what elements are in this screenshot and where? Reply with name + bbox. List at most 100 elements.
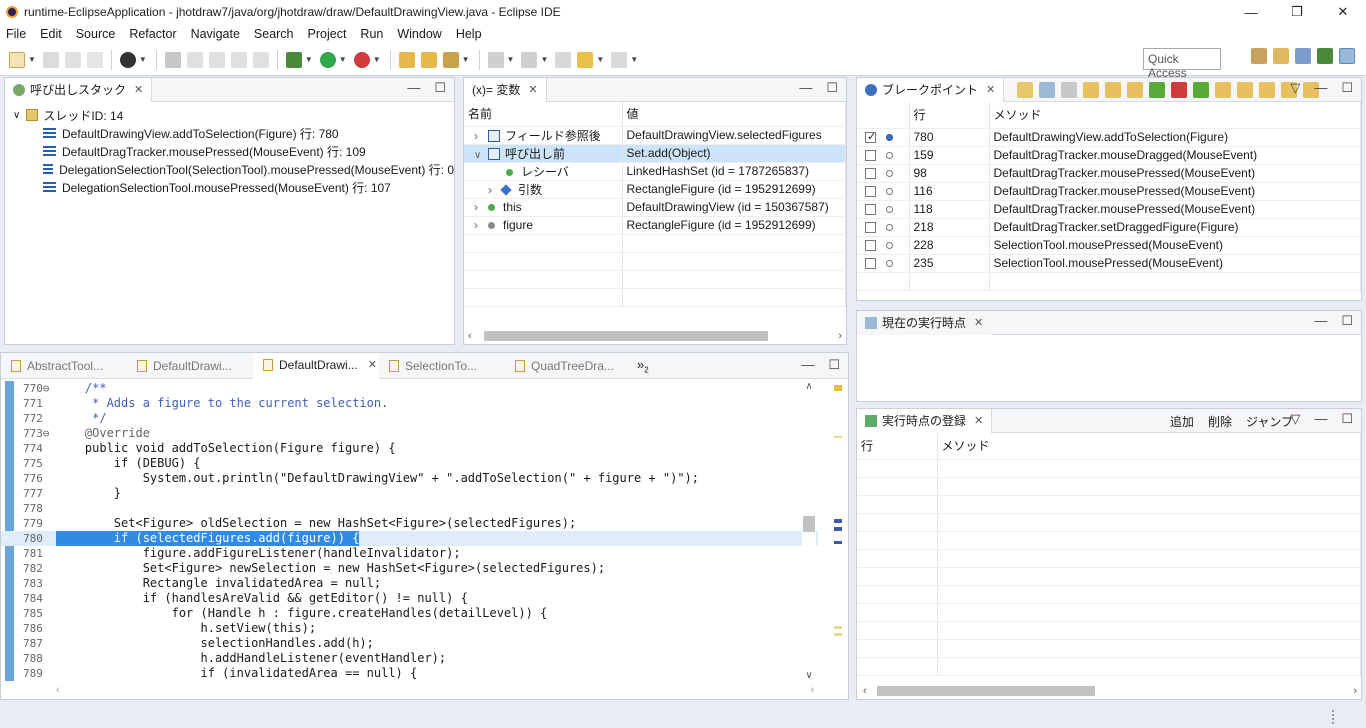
breakpoint-checkbox[interactable] [865, 168, 876, 180]
save-all-icon[interactable] [64, 51, 81, 68]
delete-button[interactable]: 削除 [1208, 413, 1232, 430]
close-icon[interactable]: ✕ [528, 83, 537, 96]
close-button[interactable]: ✕ [1320, 0, 1366, 24]
maximize-icon[interactable]: ☐ [1341, 411, 1353, 427]
breakpoint-row[interactable]: 228 SelectionTool.mousePressed(MouseEvent… [857, 236, 1361, 255]
menu-search[interactable]: Search [252, 27, 296, 41]
profile-icon[interactable] [119, 51, 136, 68]
maximize-icon[interactable]: ☐ [434, 80, 446, 96]
code-line[interactable]: 771 * Adds a figure to the current selec… [1, 396, 818, 411]
menu-navigate[interactable]: Navigate [189, 27, 242, 41]
close-icon[interactable]: ✕ [986, 83, 995, 96]
prev-annotation-icon[interactable] [521, 51, 538, 68]
code-line[interactable]: 775 if (DEBUG) { [1, 456, 818, 471]
java-perspective-icon[interactable] [1295, 48, 1311, 64]
code-line[interactable]: 772 */ [1, 411, 818, 426]
next-annotation-icon[interactable] [487, 51, 504, 68]
code-line[interactable]: 777 } [1, 486, 818, 501]
use-step-filters-icon[interactable] [252, 51, 269, 68]
code-line[interactable]: 782 Set<Figure> newSelection = new HashS… [1, 561, 818, 576]
breakpoint-checkbox[interactable] [865, 240, 876, 252]
variable-row[interactable]: › 引数 RectangleFigure (id = 1952912699) [464, 180, 846, 199]
step-into-icon[interactable] [186, 51, 203, 68]
scroll-right-icon[interactable]: › [1353, 685, 1357, 697]
open-folder-icon[interactable] [1017, 81, 1034, 98]
code-line[interactable]: 778 [1, 501, 818, 516]
forward-icon[interactable] [611, 51, 628, 68]
drop-to-frame-icon[interactable] [230, 51, 247, 68]
step-over-icon[interactable] [1215, 81, 1232, 98]
breakpoint-row[interactable]: 118 DefaultDragTracker.mousePressed(Mouse… [857, 200, 1361, 219]
debug-icon[interactable] [285, 51, 302, 68]
breakpoint-checkbox[interactable] [865, 204, 876, 216]
editor-tab[interactable]: DefaultDrawi... [127, 353, 253, 379]
status-handle-icon[interactable] [1332, 710, 1346, 724]
run-to-icon[interactable] [1237, 81, 1254, 98]
step-back-icon[interactable] [1105, 81, 1122, 98]
close-icon[interactable]: ✕ [368, 358, 377, 371]
maximize-icon[interactable]: ☐ [1341, 313, 1353, 329]
minimize-icon[interactable]: — [407, 80, 420, 96]
minimize-icon[interactable]: — [799, 80, 812, 96]
editor-tab[interactable]: AbstractTool... [1, 353, 127, 379]
chevron-down-icon[interactable]: ∨ [13, 110, 20, 121]
breakpoint-row[interactable]: 235 SelectionTool.mousePressed(MouseEvent… [857, 254, 1361, 273]
print-icon[interactable] [86, 51, 103, 68]
open-perspective-icon[interactable] [1251, 48, 1267, 64]
code-line[interactable]: 783 Rectangle invalidatedArea = null; [1, 576, 818, 591]
breakpoint-row[interactable]: 116 DefaultDragTracker.mousePressed(Mouse… [857, 182, 1361, 201]
tab-overflow-button[interactable]: »2 [637, 357, 649, 375]
stack-frame[interactable]: DelegationSelectionTool.mousePressed(Mou… [5, 178, 454, 196]
stack-frame[interactable]: DefaultDragTracker.mousePressed(MouseEve… [5, 142, 454, 160]
run-icon[interactable] [319, 51, 336, 68]
breakpoint-checkbox[interactable] [865, 150, 876, 162]
editor-horizontal-scrollbar[interactable]: ‹ › [56, 683, 818, 697]
column-header-method[interactable]: メソッド [937, 433, 1361, 460]
editor-tab[interactable]: SelectionTo... [379, 353, 505, 379]
menu-file[interactable]: File [4, 27, 28, 41]
variable-row[interactable]: レシーバ LinkedHashSet (id = 1787265837) [464, 162, 846, 181]
code-line[interactable]: 774 public void addToSelection(Figure fi… [1, 441, 818, 456]
debug-perspective-icon[interactable] [1317, 48, 1333, 64]
last-edit-icon[interactable] [555, 51, 572, 68]
scroll-left-icon[interactable]: ‹ [857, 685, 867, 697]
terminate-icon[interactable] [1171, 81, 1188, 98]
save-icon[interactable] [42, 51, 59, 68]
restore-button[interactable]: ❒ [1274, 0, 1320, 24]
tab-current-point[interactable]: 現在の実行時点 ✕ [857, 310, 992, 335]
view-menu-icon[interactable]: ▽ [1290, 411, 1300, 427]
scroll-down-icon[interactable]: ∨ [802, 670, 816, 681]
code-area[interactable]: 770⊖ /** 771 * Adds a figure to the curre… [1, 381, 818, 681]
tab-variables[interactable]: (x)= 変数 ✕ [464, 77, 547, 102]
variable-row[interactable]: ∨ 呼び出し前 Set.add(Object) [464, 144, 846, 163]
tab-registry[interactable]: 実行時点の登録 ✕ [857, 408, 993, 433]
minimize-icon[interactable]: — [801, 357, 814, 373]
chevron-right-icon[interactable]: › [474, 200, 482, 214]
minimize-button[interactable]: — [1228, 0, 1274, 24]
chevron-down-icon[interactable]: ∨ [474, 150, 482, 161]
breakpoint-row[interactable]: 98 DefaultDragTracker.mousePressed(MouseE… [857, 164, 1361, 183]
code-line[interactable]: 788 h.addHandleListener(eventHandler); [1, 651, 818, 666]
search-icon[interactable] [442, 51, 459, 68]
close-icon[interactable]: ✕ [974, 316, 983, 329]
code-line[interactable]: 785 for (Handle h : figure.createHandles… [1, 606, 818, 621]
breakpoint-checkbox[interactable] [865, 186, 876, 198]
stack-frame[interactable]: DefaultDrawingView.addToSelection(Figure… [5, 124, 454, 142]
quick-access-field[interactable]: Quick Access [1143, 48, 1221, 80]
code-line[interactable]: 770⊖ /** [1, 381, 818, 396]
code-line[interactable]: 786 h.setView(this); [1, 621, 818, 636]
resume-icon[interactable] [1193, 81, 1210, 98]
scroll-thumb[interactable] [876, 686, 1095, 696]
chevron-right-icon[interactable]: › [488, 183, 496, 197]
open-type-icon[interactable] [420, 51, 437, 68]
horizontal-scrollbar[interactable]: ‹ › [464, 328, 846, 344]
step-into-icon[interactable] [1083, 81, 1100, 98]
chevron-right-icon[interactable]: › [474, 218, 482, 232]
breakpoint-row[interactable]: 780DefaultDrawingView.addToSelection(Fig… [857, 128, 1361, 147]
thread-node[interactable]: ∨ スレッドID: 14 [5, 106, 454, 124]
menu-refactor[interactable]: Refactor [127, 27, 178, 41]
code-line[interactable]: 779 Set<Figure> oldSelection = new HashS… [1, 516, 818, 531]
editor-tab-active[interactable]: DefaultDrawi... ✕ [253, 352, 379, 379]
minimize-icon[interactable]: — [1314, 313, 1327, 329]
scroll-right-icon[interactable]: › [838, 330, 842, 342]
